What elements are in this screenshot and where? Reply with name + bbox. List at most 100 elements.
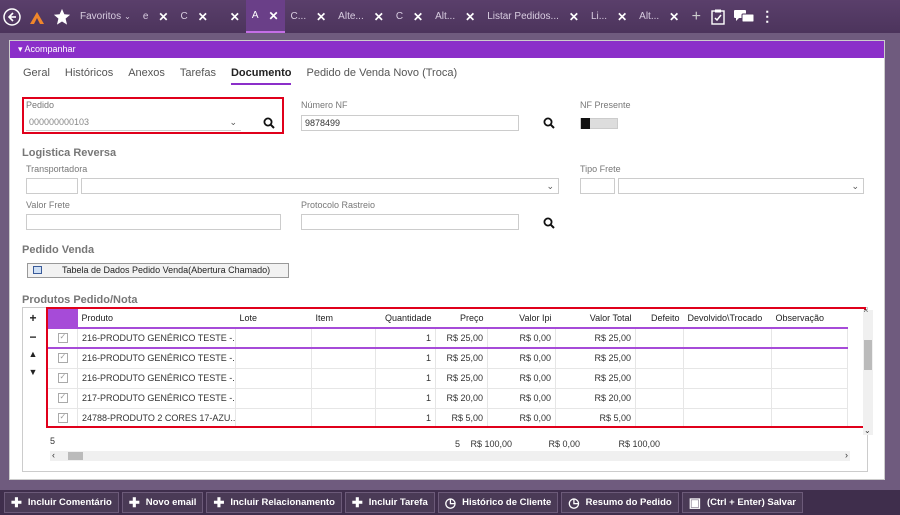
- tab-5[interactable]: Alte... ✕: [332, 0, 390, 33]
- vertical-scrollbar[interactable]: ^ ⌄: [863, 308, 873, 435]
- close-icon[interactable]: ✕: [158, 10, 168, 24]
- row-count: 5: [50, 436, 56, 446]
- salvar-button[interactable]: ▣ (Ctrl + Enter) Salvar: [681, 492, 803, 513]
- chevron-down-icon: ⌄: [546, 181, 554, 191]
- tab-label: C: [395, 11, 404, 22]
- chat-icon[interactable]: [729, 0, 759, 33]
- button-label: Novo email: [145, 497, 197, 508]
- tab-8[interactable]: Listar Pedidos... ✕: [481, 0, 585, 33]
- novo-email-button[interactable]: ✚ Novo email: [121, 492, 204, 513]
- total-ipi: R$ 0,00: [548, 439, 580, 449]
- search-icon[interactable]: [543, 117, 555, 129]
- transportadora-code-input[interactable]: [26, 178, 78, 194]
- add-tab-icon[interactable]: +: [685, 0, 707, 33]
- action-bar: ✚ Incluir Comentário ✚ Novo email ✚ Incluir…: [0, 490, 900, 515]
- chevron-up-icon[interactable]: ^: [864, 308, 868, 317]
- incluir-tarefa-button[interactable]: ✚ Incluir Tarefa: [344, 492, 435, 513]
- close-icon[interactable]: ✕: [669, 10, 679, 24]
- tab-9[interactable]: Li... ✕: [585, 0, 633, 33]
- table-icon: [33, 266, 42, 274]
- search-icon[interactable]: [543, 217, 555, 229]
- nf-presente-label: NF Presente: [580, 100, 631, 110]
- close-icon[interactable]: ✕: [617, 10, 627, 24]
- tab-anexos[interactable]: Anexos: [128, 67, 165, 85]
- close-icon[interactable]: ✕: [569, 10, 579, 24]
- favorites-menu[interactable]: Favoritos ⌄: [74, 0, 137, 33]
- tab-6[interactable]: C ✕: [390, 0, 429, 33]
- incluir-comentario-button[interactable]: ✚ Incluir Comentário: [4, 492, 119, 513]
- valor-frete-input[interactable]: [26, 214, 281, 230]
- detail-tabs: Geral Históricos Anexos Tarefas Document…: [23, 67, 457, 85]
- top-bar: Favoritos ⌄ e ✕ C ✕ ✕ A ✕ C... ✕ Alte... ✕ C ✕ …: [0, 0, 900, 33]
- close-icon[interactable]: ✕: [268, 9, 278, 23]
- resumo-pedido-button[interactable]: ◷ Resumo do Pedido: [561, 492, 679, 513]
- chevron-left-icon[interactable]: ‹: [52, 450, 55, 460]
- main-panel: ▾ Acompanhar Geral Históricos Anexos Tar…: [9, 40, 885, 480]
- tab-10[interactable]: Alt... ✕: [633, 0, 685, 33]
- tab-7[interactable]: Alt... ✕: [429, 0, 481, 33]
- toggle-knob: [581, 118, 590, 129]
- section-title: Acompanhar: [24, 44, 76, 54]
- close-icon[interactable]: ✕: [465, 10, 475, 24]
- move-down-icon[interactable]: ▼: [26, 367, 40, 377]
- numero-nf-input[interactable]: 9878499: [301, 115, 519, 131]
- move-up-icon[interactable]: ▲: [26, 349, 40, 359]
- back-icon[interactable]: [0, 0, 24, 33]
- chevron-down-icon: ⌄: [851, 181, 859, 191]
- transportadora-select[interactable]: ⌄: [81, 178, 559, 194]
- incluir-relacionamento-button[interactable]: ✚ Incluir Relacionamento: [206, 492, 342, 513]
- clipboard-check-icon[interactable]: [707, 0, 729, 33]
- produtos-title: Produtos Pedido/Nota: [22, 294, 138, 306]
- tab-2[interactable]: ✕: [214, 0, 246, 33]
- tabela-dados-label: Tabela de Dados Pedido Venda(Abertura Ch…: [62, 265, 271, 275]
- pedido-venda-title: Pedido Venda: [22, 244, 95, 256]
- total-preco: R$ 100,00: [470, 439, 512, 449]
- numero-nf-label: Número NF: [301, 100, 348, 110]
- pedido-select[interactable]: 000000000103 ⌄: [26, 115, 241, 131]
- button-label: Incluir Tarefa: [368, 497, 428, 508]
- button-label: Resumo do Pedido: [585, 497, 672, 508]
- scroll-thumb[interactable]: [864, 340, 872, 370]
- tab-0[interactable]: e ✕: [137, 0, 175, 33]
- chevron-down-icon: ⌄: [124, 12, 131, 21]
- chevron-down-icon[interactable]: ⌄: [864, 426, 871, 435]
- save-icon: ▣: [688, 494, 701, 510]
- tab-4[interactable]: C... ✕: [285, 0, 333, 33]
- tabela-dados-button[interactable]: Tabela de Dados Pedido Venda(Abertura Ch…: [27, 263, 289, 278]
- remove-row-icon[interactable]: −: [26, 330, 40, 344]
- chevron-down-icon: ⌄: [229, 117, 237, 127]
- tab-pedido-venda-novo[interactable]: Pedido de Venda Novo (Troca): [306, 67, 457, 85]
- tab-documento[interactable]: Documento: [230, 67, 292, 85]
- pedido-value: 000000000103: [29, 117, 90, 127]
- tab-geral[interactable]: Geral: [23, 67, 50, 85]
- search-icon[interactable]: [263, 117, 275, 129]
- tab-label: e: [142, 11, 149, 22]
- close-icon[interactable]: ✕: [413, 10, 423, 24]
- tab-3[interactable]: A ✕: [245, 0, 285, 33]
- star-icon[interactable]: [50, 0, 74, 33]
- button-label: Incluir Relacionamento: [230, 497, 335, 508]
- tipo-frete-select[interactable]: ⌄: [618, 178, 864, 194]
- add-row-icon[interactable]: +: [26, 311, 40, 325]
- horizontal-scrollbar[interactable]: ‹ ›: [50, 450, 850, 461]
- chevron-right-icon[interactable]: ›: [845, 450, 848, 460]
- protocolo-input[interactable]: [301, 214, 519, 230]
- button-label: (Ctrl + Enter) Salvar: [706, 497, 796, 508]
- more-vertical-icon[interactable]: ⋮: [759, 0, 775, 33]
- pedido-label: Pedido: [26, 100, 55, 110]
- close-icon[interactable]: ✕: [316, 10, 326, 24]
- close-icon[interactable]: ✕: [374, 10, 384, 24]
- tipo-frete-code-input[interactable]: [580, 178, 615, 194]
- section-header[interactable]: ▾ Acompanhar: [10, 41, 884, 58]
- close-icon[interactable]: ✕: [230, 10, 240, 24]
- total-valor: R$ 100,00: [618, 439, 660, 449]
- tab-tarefas[interactable]: Tarefas: [180, 67, 216, 85]
- nf-presente-toggle[interactable]: [580, 118, 618, 129]
- tab-historicos[interactable]: Históricos: [65, 67, 113, 85]
- tab-label: C...: [290, 11, 307, 22]
- historico-cliente-button[interactable]: ◷ Histórico de Cliente: [437, 492, 559, 513]
- tab-label: Li...: [590, 11, 608, 22]
- scroll-thumb[interactable]: [68, 452, 83, 460]
- tab-1[interactable]: C ✕: [174, 0, 213, 33]
- close-icon[interactable]: ✕: [198, 10, 208, 24]
